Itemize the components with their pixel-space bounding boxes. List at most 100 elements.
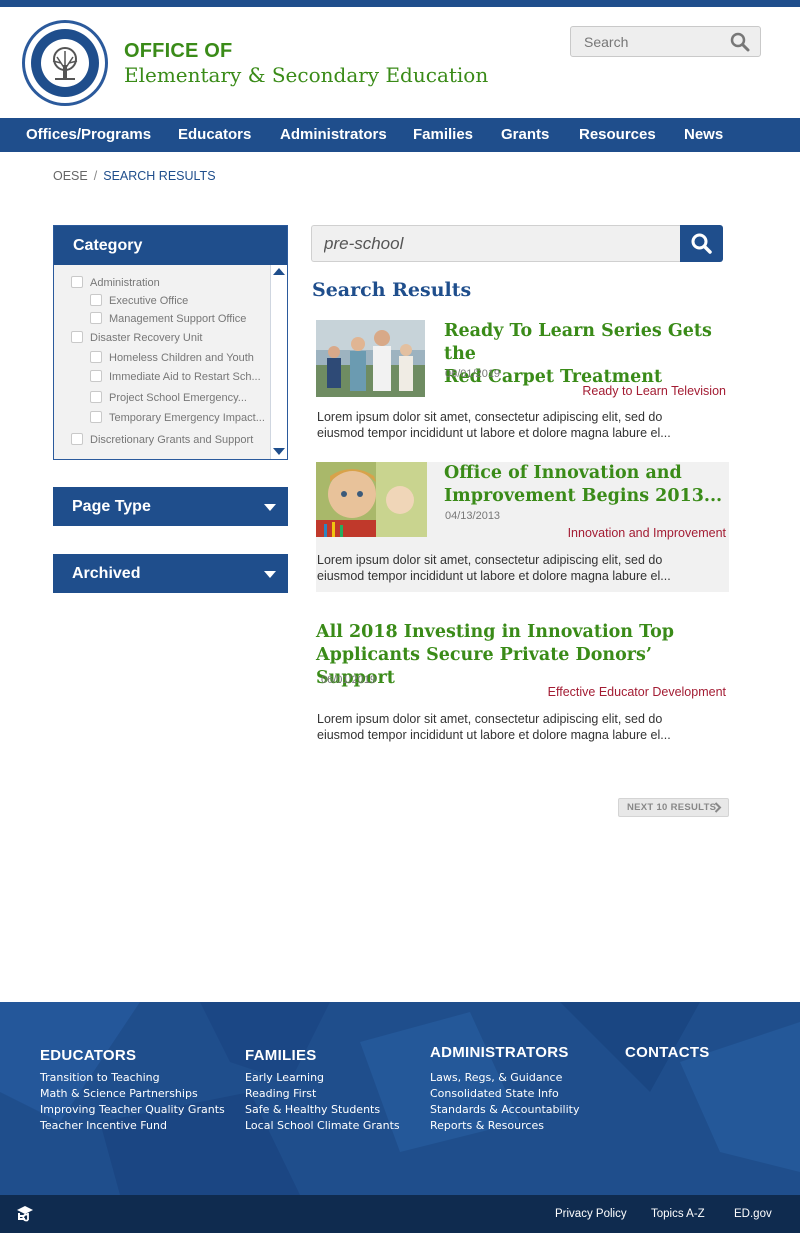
- site-title-line1[interactable]: OFFICE OF: [124, 40, 232, 63]
- archived-filter[interactable]: Archived: [53, 554, 288, 593]
- breadcrumb-root[interactable]: OESE: [53, 169, 88, 183]
- result-title-line[interactable]: Improvement Begins 2013...: [444, 485, 722, 508]
- result-date: 06/01/2019: [321, 674, 377, 686]
- search-icon: [691, 233, 712, 254]
- footer-administrators-column: ADMINISTRATORS Laws, Regs, & Guidance Co…: [430, 1044, 579, 1134]
- page-type-filter[interactable]: Page Type: [53, 487, 288, 526]
- result-date: 04/13/2013: [445, 510, 501, 522]
- topics-az-link[interactable]: Topics A-Z: [651, 1208, 705, 1220]
- nav-administrators[interactable]: Administrators: [280, 118, 387, 152]
- scroll-down-icon[interactable]: [273, 448, 285, 455]
- category-scrollbar[interactable]: [270, 265, 287, 459]
- footer-link[interactable]: Early Learning: [245, 1070, 400, 1086]
- snippet-line: eiusmod tempor incididunt ut labore et d…: [317, 426, 671, 440]
- category-item-management-support[interactable]: Management Support Office: [90, 312, 246, 325]
- ed-gov-link[interactable]: ED.gov: [734, 1208, 772, 1220]
- footer-educators-title[interactable]: EDUCATORS: [40, 1047, 225, 1064]
- footer-contacts-title[interactable]: CONTACTS: [625, 1044, 710, 1061]
- category-item-project-school-emergency[interactable]: Project School Emergency...: [90, 391, 247, 404]
- results-search-input[interactable]: [311, 225, 680, 262]
- results-search-bar: [311, 225, 723, 262]
- snippet-line: eiusmod tempor incididunt ut labore et d…: [317, 728, 671, 742]
- checkbox[interactable]: [90, 391, 102, 403]
- result-thumbnail-children[interactable]: [316, 462, 427, 537]
- nav-offices-programs[interactable]: Offices/Programs: [26, 118, 151, 152]
- snippet-line: Lorem ipsum dolor sit amet, consectetur …: [317, 410, 663, 424]
- checkbox[interactable]: [90, 294, 102, 306]
- footer-link[interactable]: Teacher Incentive Fund: [40, 1118, 225, 1134]
- result-title-line[interactable]: Ready To Learn Series Gets the: [444, 320, 729, 366]
- caret-down-icon: [264, 571, 276, 578]
- top-accent-bar: [0, 0, 800, 7]
- category-item-temporary-emergency[interactable]: Temporary Emergency Impact...: [90, 411, 265, 424]
- result-category[interactable]: Ready to Learn Television: [582, 384, 726, 398]
- scroll-up-icon[interactable]: [273, 268, 285, 275]
- category-item-homeless-children[interactable]: Homeless Children and Youth: [90, 351, 254, 364]
- category-item-executive-office[interactable]: Executive Office: [90, 294, 188, 307]
- checkbox[interactable]: [71, 433, 83, 445]
- footer-link[interactable]: Consolidated State Info: [430, 1086, 579, 1102]
- footer-link[interactable]: Reports & Resources: [430, 1118, 579, 1134]
- result-date: 06/01/2019: [445, 368, 501, 380]
- footer-families-title[interactable]: FAMILIES: [245, 1047, 400, 1064]
- category-filter-title[interactable]: Category: [54, 226, 287, 265]
- result-title[interactable]: Office of Innovation and Improvement Beg…: [444, 462, 722, 508]
- category-filter-panel: Category Administration Executive Office…: [53, 225, 288, 460]
- nav-educators[interactable]: Educators: [178, 118, 251, 152]
- snippet-line: Lorem ipsum dolor sit amet, consectetur …: [317, 553, 663, 567]
- result-title-line[interactable]: Office of Innovation and: [444, 462, 722, 485]
- footer-educators-column: EDUCATORS Transition to Teaching Math & …: [40, 1047, 225, 1134]
- chevron-right-icon: [714, 802, 722, 813]
- breadcrumb-separator: /: [93, 169, 98, 183]
- page-type-filter-label: Page Type: [72, 498, 151, 515]
- checkbox[interactable]: [90, 411, 102, 423]
- checkbox[interactable]: [71, 276, 83, 288]
- result-title-line[interactable]: All 2018 Investing in Innovation Top: [316, 621, 729, 644]
- result-category[interactable]: Innovation and Improvement: [568, 526, 726, 540]
- footer-link[interactable]: Local School Climate Grants: [245, 1118, 400, 1134]
- nav-grants[interactable]: Grants: [501, 118, 549, 152]
- footer-link[interactable]: Math & Science Partnerships: [40, 1086, 225, 1102]
- checkbox[interactable]: [90, 351, 102, 363]
- category-item-immediate-aid[interactable]: Immediate Aid to Restart Sch...: [90, 370, 261, 383]
- result-category[interactable]: Effective Educator Development: [548, 685, 726, 699]
- result-title[interactable]: All 2018 Investing in Innovation Top App…: [316, 621, 729, 690]
- footer-contacts-column: CONTACTS: [625, 1044, 710, 1067]
- result-snippet: Lorem ipsum dolor sit amet, consectetur …: [317, 711, 717, 743]
- footer-link[interactable]: Standards & Accountability: [430, 1102, 579, 1118]
- nav-news[interactable]: News: [684, 118, 723, 152]
- search-icon[interactable]: [730, 32, 750, 57]
- caret-down-icon: [264, 504, 276, 511]
- nav-resources[interactable]: Resources: [579, 118, 656, 152]
- footer-link[interactable]: Improving Teacher Quality Grants: [40, 1102, 225, 1118]
- footer-link[interactable]: Safe & Healthy Students: [245, 1102, 400, 1118]
- ed-logo-icon[interactable]: [16, 1205, 34, 1223]
- breadcrumb: OESE / SEARCH RESULTS: [53, 169, 216, 183]
- footer-link[interactable]: Reading First: [245, 1086, 400, 1102]
- category-item-disaster-recovery[interactable]: Disaster Recovery Unit: [71, 331, 202, 344]
- result-snippet: Lorem ipsum dolor sit amet, consectetur …: [317, 409, 717, 441]
- result-title-line[interactable]: Applicants Secure Private Donors’ Suppor…: [316, 644, 729, 690]
- checkbox[interactable]: [71, 331, 83, 343]
- main-nav: Offices/Programs Educators Administrator…: [0, 118, 800, 152]
- search-submit-button[interactable]: [680, 225, 723, 262]
- category-item-discretionary-grants[interactable]: Discretionary Grants and Support: [71, 433, 253, 446]
- next-results-label: NEXT 10 RESULTS: [627, 802, 717, 813]
- footer-administrators-title[interactable]: ADMINISTRATORS: [430, 1044, 579, 1061]
- header-search-input[interactable]: [571, 27, 726, 56]
- site-footer: EDUCATORS Transition to Teaching Math & …: [0, 1002, 800, 1195]
- category-item-administration[interactable]: Administration: [71, 276, 160, 289]
- privacy-policy-link[interactable]: Privacy Policy: [555, 1208, 627, 1220]
- footer-link[interactable]: Laws, Regs, & Guidance: [430, 1070, 579, 1086]
- site-title-line2[interactable]: Elementary & Secondary Education: [124, 63, 488, 87]
- department-seal-logo[interactable]: [22, 20, 108, 106]
- checkbox[interactable]: [90, 370, 102, 382]
- footer-bottom-bar: Privacy Policy Topics A-Z ED.gov: [0, 1195, 800, 1233]
- header-search: [570, 26, 761, 57]
- nav-families[interactable]: Families: [413, 118, 473, 152]
- result-thumbnail-family[interactable]: [316, 320, 425, 397]
- result-item: Office of Innovation and Improvement Beg…: [316, 462, 729, 592]
- next-results-button[interactable]: NEXT 10 RESULTS: [618, 798, 729, 817]
- footer-link[interactable]: Transition to Teaching: [40, 1070, 225, 1086]
- checkbox[interactable]: [90, 312, 102, 324]
